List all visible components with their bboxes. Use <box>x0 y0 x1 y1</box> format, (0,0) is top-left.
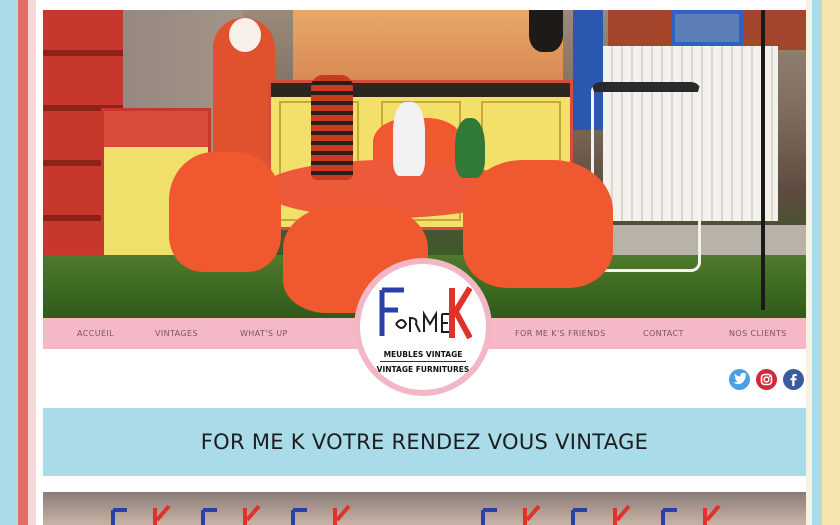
nav-whats-up[interactable]: What's up <box>240 318 288 349</box>
page-content: Accueil Vintages What's up For me K's fr… <box>36 0 806 525</box>
logo-wordmark-icon <box>379 286 472 340</box>
logo-subtitle-en: VINTAGE FURNITURES <box>376 365 470 374</box>
nav-contact[interactable]: Contact <box>643 318 684 349</box>
left-blue-stripe <box>0 0 18 525</box>
instagram-icon[interactable] <box>756 369 777 390</box>
right-yellow-stripe <box>822 0 840 525</box>
right-cream-stripe <box>806 0 812 525</box>
gallery-logo-icon <box>481 504 541 525</box>
welcome-banner: FOR ME K VOTRE RENDEZ VOUS VINTAGE <box>43 408 806 476</box>
gallery-logo-icon <box>291 504 351 525</box>
logo-divider <box>380 361 466 362</box>
left-red-stripe <box>18 0 28 525</box>
gallery-logo-icon <box>201 504 261 525</box>
twitter-icon[interactable] <box>729 369 750 390</box>
gallery-logo-icon <box>661 504 721 525</box>
logo-gallery-strip <box>43 492 806 525</box>
gallery-logo-icon <box>111 504 171 525</box>
nav-nos-clients[interactable]: Nos clients <box>729 318 787 349</box>
right-blue-stripe <box>812 0 822 525</box>
nav-friends[interactable]: For me K's friends <box>515 318 606 349</box>
site-logo[interactable]: MEUBLES VINTAGE VINTAGE FURNITURES <box>354 258 492 396</box>
nav-accueil[interactable]: Accueil <box>77 318 114 349</box>
nav-vintages[interactable]: Vintages <box>155 318 198 349</box>
left-pink-stripe <box>28 0 36 525</box>
banner-title: FOR ME K VOTRE RENDEZ VOUS VINTAGE <box>200 430 649 454</box>
gallery-logo-icon <box>571 504 631 525</box>
facebook-icon[interactable] <box>783 369 804 390</box>
logo-subtitle-fr: MEUBLES VINTAGE <box>383 350 463 359</box>
